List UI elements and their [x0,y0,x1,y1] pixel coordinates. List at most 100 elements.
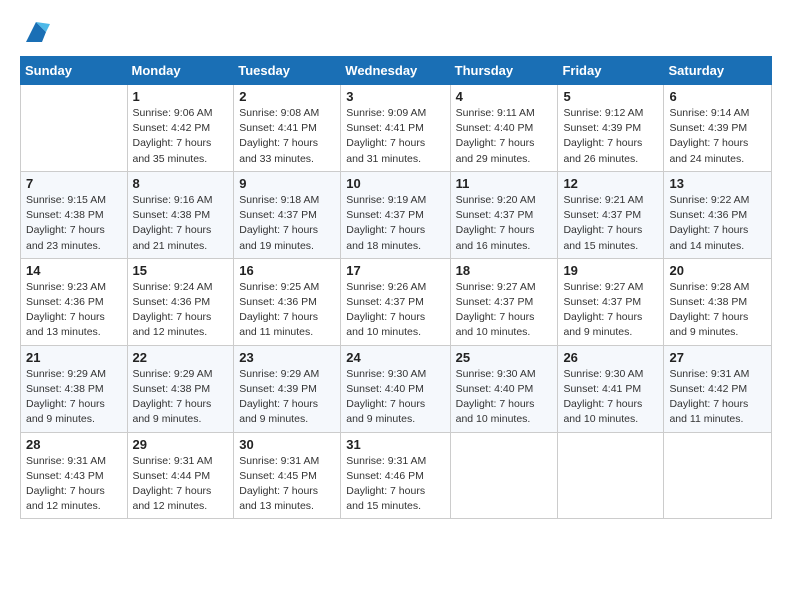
day-number: 30 [239,437,335,452]
day-info: Sunrise: 9:11 AM Sunset: 4:40 PM Dayligh… [456,106,553,167]
calendar-cell: 10 Sunrise: 9:19 AM Sunset: 4:37 PM Dayli… [341,171,450,258]
header [20,18,772,46]
day-number: 24 [346,350,444,365]
page: SundayMondayTuesdayWednesdayThursdayFrid… [0,0,792,612]
day-info: Sunrise: 9:29 AM Sunset: 4:38 PM Dayligh… [26,367,122,428]
col-header-thursday: Thursday [450,57,558,85]
day-info: Sunrise: 9:26 AM Sunset: 4:37 PM Dayligh… [346,280,444,341]
day-info: Sunrise: 9:23 AM Sunset: 4:36 PM Dayligh… [26,280,122,341]
day-number: 25 [456,350,553,365]
day-number: 4 [456,89,553,104]
day-number: 1 [133,89,229,104]
calendar-cell: 3 Sunrise: 9:09 AM Sunset: 4:41 PM Daylig… [341,85,450,172]
day-number: 6 [669,89,766,104]
calendar-cell: 4 Sunrise: 9:11 AM Sunset: 4:40 PM Daylig… [450,85,558,172]
day-number: 16 [239,263,335,278]
day-info: Sunrise: 9:31 AM Sunset: 4:45 PM Dayligh… [239,454,335,515]
day-info: Sunrise: 9:27 AM Sunset: 4:37 PM Dayligh… [563,280,658,341]
calendar-cell: 6 Sunrise: 9:14 AM Sunset: 4:39 PM Daylig… [664,85,772,172]
day-number: 18 [456,263,553,278]
day-info: Sunrise: 9:25 AM Sunset: 4:36 PM Dayligh… [239,280,335,341]
calendar-header-row: SundayMondayTuesdayWednesdayThursdayFrid… [21,57,772,85]
calendar-cell [558,432,664,519]
day-number: 11 [456,176,553,191]
day-info: Sunrise: 9:18 AM Sunset: 4:37 PM Dayligh… [239,193,335,254]
week-row-3: 14 Sunrise: 9:23 AM Sunset: 4:36 PM Dayli… [21,258,772,345]
day-number: 28 [26,437,122,452]
calendar-cell: 12 Sunrise: 9:21 AM Sunset: 4:37 PM Dayli… [558,171,664,258]
day-number: 5 [563,89,658,104]
logo [20,18,50,46]
day-info: Sunrise: 9:22 AM Sunset: 4:36 PM Dayligh… [669,193,766,254]
col-header-saturday: Saturday [664,57,772,85]
day-number: 3 [346,89,444,104]
calendar-cell: 28 Sunrise: 9:31 AM Sunset: 4:43 PM Dayli… [21,432,128,519]
week-row-2: 7Sunrise: 9:15 AM Sunset: 4:38 PM Daylig… [21,171,772,258]
day-info: Sunrise: 9:15 AM Sunset: 4:38 PM Dayligh… [26,193,122,254]
day-info: Sunrise: 9:29 AM Sunset: 4:39 PM Dayligh… [239,367,335,428]
day-number: 13 [669,176,766,191]
calendar-cell: 17 Sunrise: 9:26 AM Sunset: 4:37 PM Dayli… [341,258,450,345]
calendar-cell: 23 Sunrise: 9:29 AM Sunset: 4:39 PM Dayli… [234,345,341,432]
calendar-cell: 27Sunrise: 9:31 AM Sunset: 4:42 PM Dayli… [664,345,772,432]
calendar-cell: 16 Sunrise: 9:25 AM Sunset: 4:36 PM Dayli… [234,258,341,345]
day-info: Sunrise: 9:09 AM Sunset: 4:41 PM Dayligh… [346,106,444,167]
calendar-cell: 15Sunrise: 9:24 AM Sunset: 4:36 PM Dayli… [127,258,234,345]
day-info: Sunrise: 9:30 AM Sunset: 4:40 PM Dayligh… [346,367,444,428]
col-header-tuesday: Tuesday [234,57,341,85]
day-number: 29 [133,437,229,452]
day-info: Sunrise: 9:31 AM Sunset: 4:44 PM Dayligh… [133,454,229,515]
day-info: Sunrise: 9:31 AM Sunset: 4:46 PM Dayligh… [346,454,444,515]
day-number: 19 [563,263,658,278]
day-number: 14 [26,263,122,278]
day-number: 26 [563,350,658,365]
calendar-cell: 18 Sunrise: 9:27 AM Sunset: 4:37 PM Dayli… [450,258,558,345]
day-number: 23 [239,350,335,365]
calendar-cell: 14 Sunrise: 9:23 AM Sunset: 4:36 PM Dayli… [21,258,128,345]
calendar-table: SundayMondayTuesdayWednesdayThursdayFrid… [20,56,772,519]
day-number: 31 [346,437,444,452]
day-number: 12 [563,176,658,191]
calendar-cell: 11 Sunrise: 9:20 AM Sunset: 4:37 PM Dayli… [450,171,558,258]
week-row-1: 1Sunrise: 9:06 AM Sunset: 4:42 PM Daylig… [21,85,772,172]
calendar-cell [450,432,558,519]
calendar-cell: 21 Sunrise: 9:29 AM Sunset: 4:38 PM Dayli… [21,345,128,432]
calendar-cell: 19 Sunrise: 9:27 AM Sunset: 4:37 PM Dayli… [558,258,664,345]
col-header-friday: Friday [558,57,664,85]
calendar-cell: 1Sunrise: 9:06 AM Sunset: 4:42 PM Daylig… [127,85,234,172]
calendar-cell: 5 Sunrise: 9:12 AM Sunset: 4:39 PM Daylig… [558,85,664,172]
day-number: 21 [26,350,122,365]
day-info: Sunrise: 9:27 AM Sunset: 4:37 PM Dayligh… [456,280,553,341]
calendar-cell: 26 Sunrise: 9:30 AM Sunset: 4:41 PM Dayli… [558,345,664,432]
day-info: Sunrise: 9:28 AM Sunset: 4:38 PM Dayligh… [669,280,766,341]
day-info: Sunrise: 9:20 AM Sunset: 4:37 PM Dayligh… [456,193,553,254]
calendar-cell: 30 Sunrise: 9:31 AM Sunset: 4:45 PM Dayli… [234,432,341,519]
day-info: Sunrise: 9:24 AM Sunset: 4:36 PM Dayligh… [133,280,229,341]
day-number: 10 [346,176,444,191]
calendar-cell [21,85,128,172]
calendar-cell: 22 Sunrise: 9:29 AM Sunset: 4:38 PM Dayli… [127,345,234,432]
day-info: Sunrise: 9:19 AM Sunset: 4:37 PM Dayligh… [346,193,444,254]
day-number: 17 [346,263,444,278]
day-info: Sunrise: 9:31 AM Sunset: 4:42 PM Dayligh… [669,367,766,428]
day-number: 2 [239,89,335,104]
calendar-cell: 24 Sunrise: 9:30 AM Sunset: 4:40 PM Dayli… [341,345,450,432]
day-info: Sunrise: 9:21 AM Sunset: 4:37 PM Dayligh… [563,193,658,254]
calendar-cell: 29 Sunrise: 9:31 AM Sunset: 4:44 PM Dayli… [127,432,234,519]
calendar-cell: 25 Sunrise: 9:30 AM Sunset: 4:40 PM Dayli… [450,345,558,432]
day-info: Sunrise: 9:31 AM Sunset: 4:43 PM Dayligh… [26,454,122,515]
day-number: 22 [133,350,229,365]
day-info: Sunrise: 9:16 AM Sunset: 4:38 PM Dayligh… [133,193,229,254]
week-row-4: 21 Sunrise: 9:29 AM Sunset: 4:38 PM Dayli… [21,345,772,432]
calendar-cell: 31 Sunrise: 9:31 AM Sunset: 4:46 PM Dayli… [341,432,450,519]
col-header-sunday: Sunday [21,57,128,85]
day-info: Sunrise: 9:12 AM Sunset: 4:39 PM Dayligh… [563,106,658,167]
day-info: Sunrise: 9:30 AM Sunset: 4:41 PM Dayligh… [563,367,658,428]
logo-icon [22,18,50,46]
calendar-cell: 8Sunrise: 9:16 AM Sunset: 4:38 PM Daylig… [127,171,234,258]
day-info: Sunrise: 9:14 AM Sunset: 4:39 PM Dayligh… [669,106,766,167]
day-info: Sunrise: 9:30 AM Sunset: 4:40 PM Dayligh… [456,367,553,428]
calendar-cell: 20Sunrise: 9:28 AM Sunset: 4:38 PM Dayli… [664,258,772,345]
calendar-cell [664,432,772,519]
day-info: Sunrise: 9:29 AM Sunset: 4:38 PM Dayligh… [133,367,229,428]
